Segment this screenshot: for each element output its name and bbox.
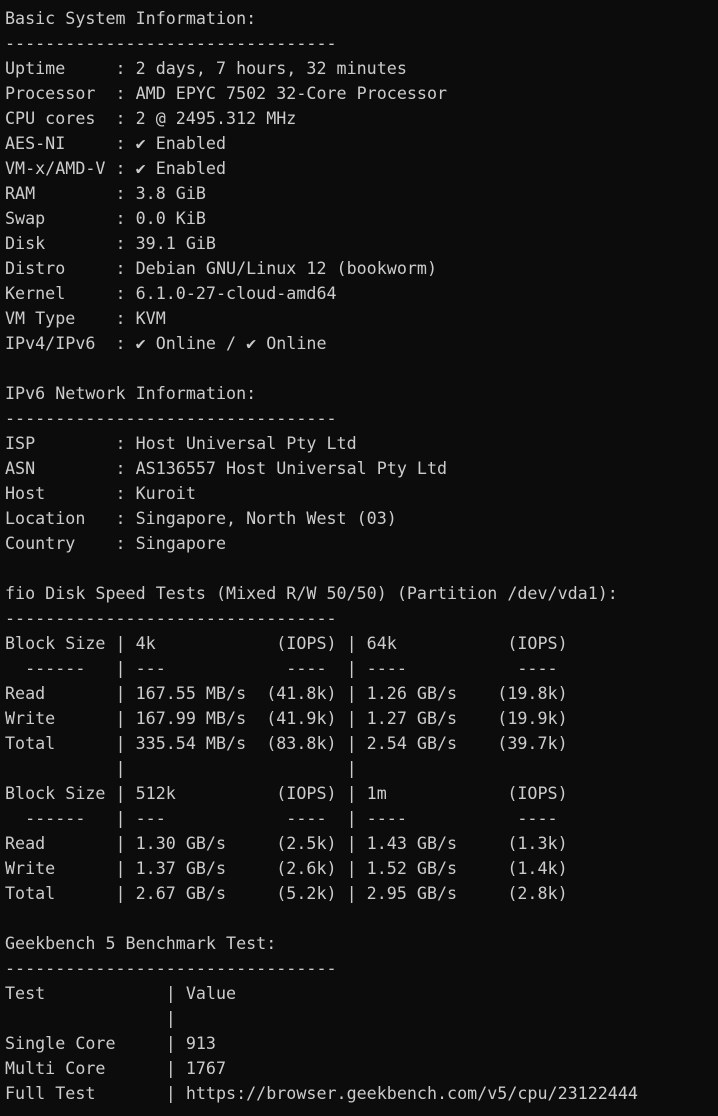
fio-table-row-total: Total | 335.54 MB/s (83.8k) | 2.54 GB/s … (5, 733, 568, 753)
fio-table-divider: ------ | --- ---- | ---- ---- (5, 658, 568, 678)
info-row-location: Location : Singapore, North West (03) (5, 508, 397, 528)
info-row-asn: ASN : AS136557 Host Universal Pty Ltd (5, 458, 448, 478)
info-row-disk: Disk : 39.1 GiB (5, 233, 216, 253)
info-row-country: Country : Singapore (5, 533, 227, 553)
section-heading-basic-system-info: Basic System Information: (5, 8, 257, 28)
info-row-isp: ISP : Host Universal Pty Ltd (5, 433, 357, 453)
fio-table-row-read: Read | 167.55 MB/s (41.8k) | 1.26 GB/s (… (5, 683, 568, 703)
fio-table-row-write: Write | 1.37 GB/s (2.6k) | 1.52 GB/s (1.… (5, 858, 568, 878)
fio-table-divider: ------ | --- ---- | ---- ---- (5, 808, 568, 828)
section-divider: --------------------------------- (5, 608, 337, 628)
fio-table-header: Block Size | 4k (IOPS) | 64k (IOPS) (5, 633, 568, 653)
info-row-distro: Distro : Debian GNU/Linux 12 (bookworm) (5, 258, 438, 278)
fio-table-row-total: Total | 2.67 GB/s (5.2k) | 2.95 GB/s (2.… (5, 883, 568, 903)
geekbench-row-full-test: Full Test | https://browser.geekbench.co… (5, 1083, 638, 1103)
fio-table-header: Block Size | 512k (IOPS) | 1m (IOPS) (5, 783, 568, 803)
geekbench-row-multi-core: Multi Core | 1767 (5, 1058, 227, 1078)
section-divider: --------------------------------- (5, 33, 337, 53)
info-row-uptime: Uptime : 2 days, 7 hours, 32 minutes (5, 58, 407, 78)
geekbench-table-header: Test | Value (5, 983, 237, 1003)
info-row-vm-x: VM-x/AMD-V : ✔ Enabled (5, 158, 227, 178)
geekbench-row-single-core: Single Core | 913 (5, 1033, 216, 1053)
info-row-processor: Processor : AMD EPYC 7502 32-Core Proces… (5, 83, 448, 103)
fio-table-row-write: Write | 167.99 MB/s (41.9k) | 1.27 GB/s … (5, 708, 568, 728)
section-heading-ipv6-network: IPv6 Network Information: (5, 383, 257, 403)
info-row-aes-ni: AES-NI : ✔ Enabled (5, 133, 227, 153)
info-row-vm-type: VM Type : KVM (5, 308, 166, 328)
info-row-ipv4-ipv6: IPv4/IPv6 : ✔ Online / ✔ Online (5, 333, 327, 353)
section-heading-geekbench: Geekbench 5 Benchmark Test: (5, 933, 277, 953)
info-row-kernel: Kernel : 6.1.0-27-cloud-amd64 (5, 283, 337, 303)
fio-table-row-read: Read | 1.30 GB/s (2.5k) | 1.43 GB/s (1.3… (5, 833, 568, 853)
geekbench-table-spacer: | (5, 1008, 176, 1028)
section-divider: --------------------------------- (5, 408, 337, 428)
fio-table-spacer: | | (5, 758, 568, 778)
section-divider: --------------------------------- (5, 958, 337, 978)
info-row-swap: Swap : 0.0 KiB (5, 208, 206, 228)
info-row-ram: RAM : 3.8 GiB (5, 183, 206, 203)
info-row-host: Host : Kuroit (5, 483, 196, 503)
section-heading-fio-disk-speed: fio Disk Speed Tests (Mixed R/W 50/50) (… (5, 583, 618, 603)
info-row-cpu-cores: CPU cores : 2 @ 2495.312 MHz (5, 108, 297, 128)
terminal-output[interactable]: Basic System Information: --------------… (0, 0, 718, 1116)
